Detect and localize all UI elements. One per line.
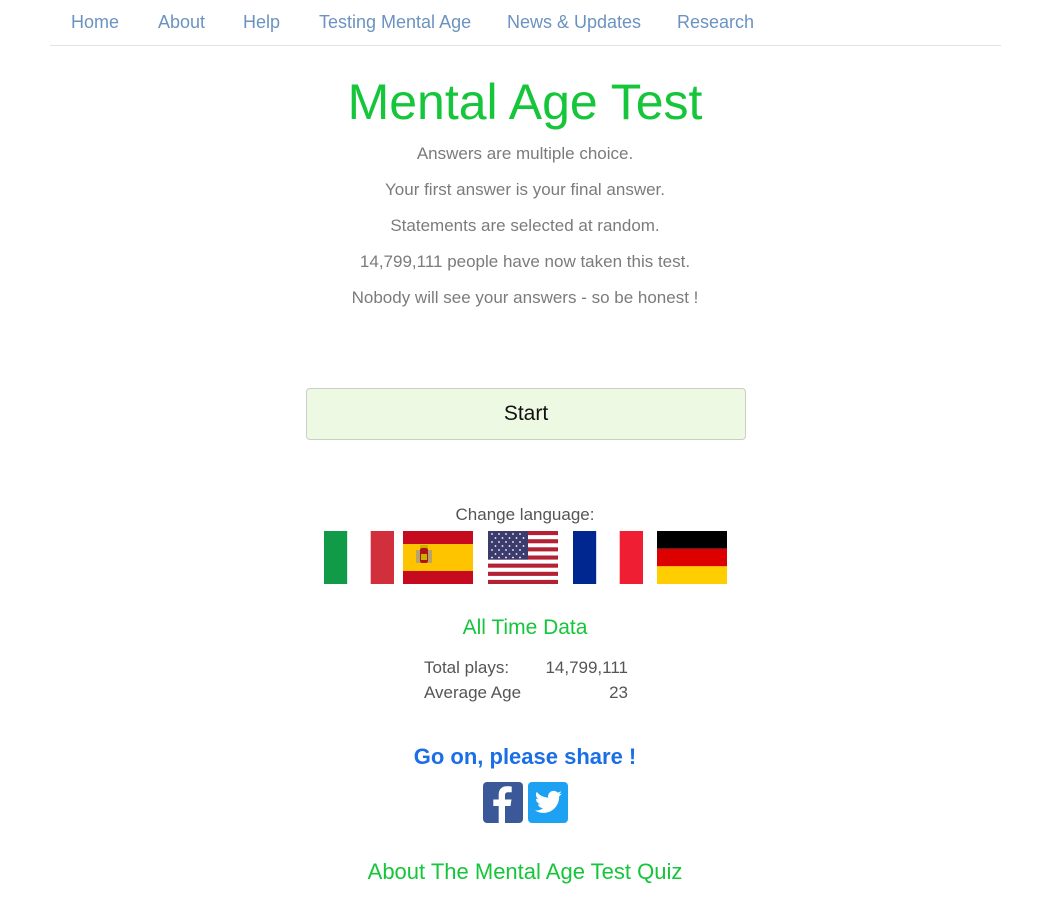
nav-item-research[interactable]: Research — [677, 12, 754, 33]
stat-label: Total plays: — [424, 658, 510, 677]
nav-item-testing-mental-age[interactable]: Testing Mental Age — [319, 12, 471, 33]
germany-flag-icon — [657, 531, 727, 584]
language-german-button[interactable] — [657, 531, 727, 584]
italy-flag-icon — [324, 531, 394, 584]
all-time-stats: Total plays: 14,799,111 Average Age 23 — [424, 657, 628, 707]
spain-flag-icon — [403, 531, 473, 584]
stat-row-average-age: Average Age 23 — [424, 682, 628, 707]
start-button[interactable]: Start — [306, 388, 746, 440]
intro-line: Answers are multiple choice. — [416, 144, 634, 163]
facebook-icon — [493, 786, 512, 823]
language-english-button[interactable] — [488, 531, 558, 584]
stat-value-average-age: 23 — [609, 683, 628, 702]
all-time-data-title: All Time Data — [462, 616, 588, 639]
france-flag-icon — [573, 531, 643, 584]
usa-flag-icon — [488, 531, 558, 584]
nav-item-help[interactable]: Help — [243, 12, 280, 33]
language-french-button[interactable] — [573, 531, 643, 584]
twitter-share-button[interactable] — [528, 782, 568, 823]
about-quiz-link[interactable]: About The Mental Age Test Quiz — [0, 859, 1050, 885]
stat-value-total-plays: 14,799,111 — [545, 658, 628, 677]
stat-label: Average Age — [424, 683, 522, 702]
share-title: Go on, please share ! — [413, 744, 637, 769]
intro-line: Nobody will see your answers - so be hon… — [351, 288, 699, 307]
change-language-label: Change language: — [455, 505, 595, 524]
nav-item-home[interactable]: Home — [71, 12, 119, 33]
intro-line-count: 14,799,111 people have now taken this te… — [359, 252, 691, 271]
language-spanish-button[interactable] — [403, 531, 473, 584]
twitter-icon — [534, 790, 562, 813]
nav-item-about[interactable]: About — [158, 12, 205, 33]
language-italian-button[interactable] — [324, 531, 394, 584]
facebook-share-button[interactable] — [483, 782, 523, 823]
nav-item-news-updates[interactable]: News & Updates — [507, 12, 641, 33]
intro-line: Your first answer is your final answer. — [385, 180, 665, 199]
page-title: Mental Age Test — [347, 74, 703, 130]
stat-row-total-plays: Total plays: 14,799,111 — [424, 657, 628, 682]
top-nav: Home About Help Testing Mental Age News … — [50, 0, 1001, 46]
intro-line: Statements are selected at random. — [390, 216, 660, 235]
